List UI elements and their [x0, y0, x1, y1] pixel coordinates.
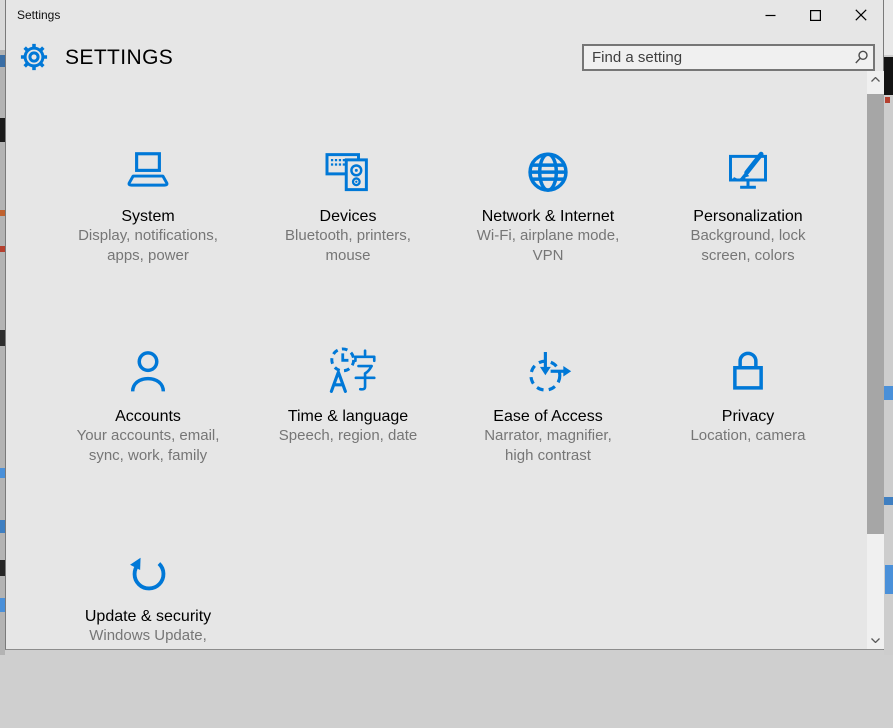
ease-of-access-tile[interactable]: Ease of Access Narrator, magnifier, high… — [448, 328, 648, 528]
desktop-fragment — [884, 386, 893, 400]
tile-subtitle: Your accounts, email, — [77, 426, 220, 446]
keyboard-speaker-icon — [319, 142, 377, 204]
tile-title: Time & language — [288, 408, 408, 426]
laptop-icon — [119, 142, 177, 204]
search-icon[interactable] — [854, 50, 869, 65]
tile-subtitle: mouse — [325, 246, 370, 266]
desktop-fragment — [885, 565, 893, 594]
close-button[interactable] — [838, 0, 883, 30]
clock-language-icon — [319, 342, 377, 404]
settings-tiles-grid: System Display, notifications, apps, pow… — [48, 128, 848, 650]
tile-subtitle: Narrator, magnifier, — [484, 426, 612, 446]
settings-window: Settings SETTIN — [5, 0, 884, 650]
person-icon — [119, 342, 177, 404]
desktop-fragment — [884, 57, 893, 95]
tile-subtitle: VPN — [533, 246, 564, 266]
devices-tile[interactable]: Devices Bluetooth, printers, mouse — [248, 128, 448, 328]
dashed-circle-arrows-icon — [519, 342, 577, 404]
personalization-tile[interactable]: Personalization Background, lock screen,… — [648, 128, 848, 328]
globe-icon — [519, 142, 577, 204]
search-input[interactable] — [582, 44, 875, 71]
search-box — [582, 44, 875, 71]
tile-subtitle: screen, colors — [701, 246, 794, 266]
tile-title: Update & security — [85, 608, 211, 626]
desktop-fragment — [884, 0, 893, 55]
tile-subtitle: apps, power — [107, 246, 189, 266]
tile-title: Devices — [320, 208, 377, 226]
accounts-tile[interactable]: Accounts Your accounts, email, sync, wor… — [48, 328, 248, 528]
gear-icon — [19, 42, 49, 72]
monitor-pen-icon — [719, 142, 777, 204]
tile-subtitle: Windows Update, — [89, 626, 207, 646]
tile-title: Personalization — [693, 208, 802, 226]
tile-subtitle: Background, lock — [690, 226, 805, 246]
update-security-tile[interactable]: Update & security Windows Update, — [48, 528, 248, 728]
tile-title: Ease of Access — [493, 408, 602, 426]
scrollbar-thumb[interactable] — [867, 94, 884, 534]
scroll-up-button[interactable] — [867, 71, 884, 88]
titlebar: Settings — [6, 0, 883, 32]
tile-subtitle: Speech, region, date — [279, 426, 417, 446]
refresh-arrow-icon — [119, 542, 177, 604]
vertical-scrollbar — [867, 71, 884, 649]
scrollbar-track[interactable] — [867, 88, 884, 632]
tile-subtitle: high contrast — [505, 446, 591, 466]
tile-title: System — [121, 208, 174, 226]
minimize-button[interactable] — [748, 0, 793, 30]
desktop-fragment — [884, 497, 893, 505]
scroll-down-button[interactable] — [867, 632, 884, 649]
desktop-fragment — [885, 97, 890, 103]
chevron-down-icon — [871, 638, 880, 643]
window-controls — [748, 0, 883, 30]
tile-subtitle: Display, notifications, — [78, 226, 218, 246]
minimize-icon — [765, 10, 776, 21]
tile-subtitle: Bluetooth, printers, — [285, 226, 411, 246]
system-tile[interactable]: System Display, notifications, apps, pow… — [48, 128, 248, 328]
tile-title: Accounts — [115, 408, 181, 426]
chevron-up-icon — [871, 77, 880, 82]
tile-subtitle: sync, work, family — [89, 446, 207, 466]
window-title: Settings — [17, 8, 60, 22]
privacy-tile[interactable]: Privacy Location, camera — [648, 328, 848, 528]
tile-title: Privacy — [722, 408, 774, 426]
network-tile[interactable]: Network & Internet Wi-Fi, airplane mode,… — [448, 128, 648, 328]
tile-subtitle: Location, camera — [690, 426, 805, 446]
desktop-sliver-right — [884, 0, 893, 655]
padlock-icon — [719, 342, 777, 404]
page-title: SETTINGS — [65, 46, 173, 70]
maximize-icon — [810, 10, 821, 21]
close-icon — [855, 9, 867, 21]
tile-title: Network & Internet — [482, 208, 615, 226]
tile-subtitle: Wi-Fi, airplane mode, — [477, 226, 620, 246]
time-language-tile[interactable]: Time & language Speech, region, date — [248, 328, 448, 528]
maximize-button[interactable] — [793, 0, 838, 30]
